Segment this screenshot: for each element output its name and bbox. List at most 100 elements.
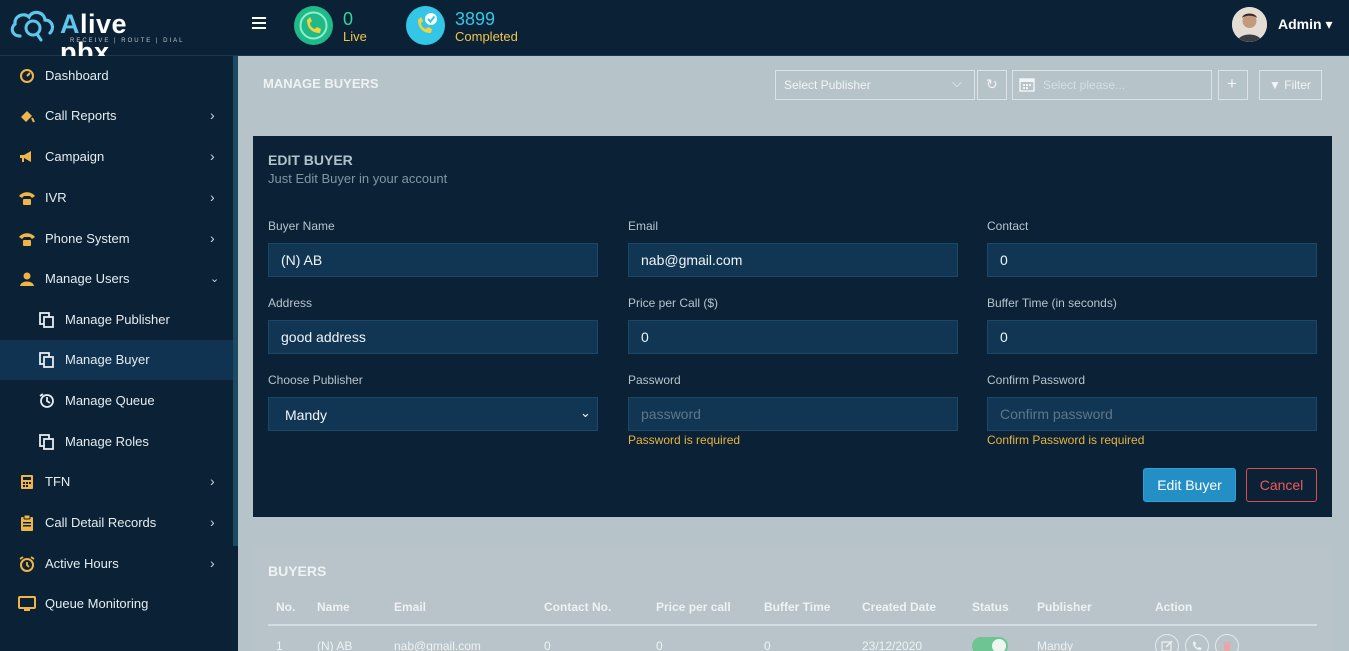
sidebar-item-call-reports[interactable]: Call Reports › bbox=[0, 96, 233, 136]
date-range-input[interactable]: Select please... bbox=[1012, 70, 1212, 100]
chevron-down-icon: ⌵ bbox=[952, 75, 962, 90]
cloud-phone-logo-icon bbox=[10, 10, 55, 42]
menu-toggle-icon[interactable] bbox=[252, 15, 268, 33]
password-error: Password is required bbox=[628, 433, 741, 447]
sidebar-item-dashboard[interactable]: Dashboard bbox=[0, 56, 233, 96]
column-header[interactable]: Contact No. bbox=[544, 600, 611, 614]
sidebar-scrollbar[interactable] bbox=[233, 56, 238, 546]
buyers-title: BUYERS bbox=[268, 563, 327, 579]
price-input[interactable] bbox=[628, 320, 958, 354]
chevron-right-icon: › bbox=[210, 473, 215, 489]
sidebar: Dashboard Call Reports › Campaign › IVR … bbox=[0, 56, 238, 651]
confirm-password-input[interactable] bbox=[987, 397, 1317, 431]
call-reports-icon bbox=[18, 107, 36, 125]
sidebar-item-manage-users[interactable]: Manage Users ⌄ bbox=[0, 259, 233, 299]
confirm-password-error: Confirm Password is required bbox=[987, 433, 1145, 447]
completed-label: Completed bbox=[455, 29, 518, 44]
page-title: MANAGE BUYERS bbox=[263, 76, 379, 91]
monitor-icon bbox=[18, 595, 36, 613]
trash-icon bbox=[1223, 642, 1231, 651]
contact-label: Contact bbox=[987, 219, 1029, 233]
dashboard-icon bbox=[18, 67, 36, 85]
address-input[interactable] bbox=[268, 320, 598, 354]
brand-tagline: RECEIVE | ROUTE | DIAL bbox=[70, 38, 185, 44]
cancel-button[interactable]: Cancel bbox=[1246, 468, 1317, 502]
edit-row-button[interactable] bbox=[1155, 634, 1179, 651]
copy-icon bbox=[38, 351, 56, 369]
copy-icon bbox=[38, 433, 56, 451]
email-label: Email bbox=[628, 219, 659, 233]
row-buffer: 0 bbox=[764, 639, 771, 651]
live-count: 0 bbox=[343, 9, 354, 29]
row-no: 1 bbox=[276, 639, 283, 651]
top-header: Alive pbx RECEIVE | ROUTE | DIAL 0 Live … bbox=[0, 0, 1349, 66]
delete-row-button[interactable] bbox=[1215, 634, 1239, 651]
column-header[interactable]: Created Date bbox=[862, 600, 936, 614]
refresh-button[interactable]: ↻ bbox=[977, 70, 1007, 100]
phone-icon bbox=[18, 230, 36, 248]
publisher-dropdown[interactable]: Mandy ⌄ bbox=[268, 397, 598, 431]
edit-buyer-button[interactable]: Edit Buyer bbox=[1143, 468, 1236, 502]
call-row-button[interactable] bbox=[1185, 634, 1209, 651]
filter-button[interactable]: ▼ Filter bbox=[1259, 70, 1322, 100]
status-toggle[interactable] bbox=[972, 637, 1008, 651]
chevron-right-icon: › bbox=[210, 514, 215, 530]
price-label: Price per Call ($) bbox=[628, 296, 719, 310]
contact-input[interactable] bbox=[987, 243, 1317, 277]
user-icon bbox=[18, 270, 36, 288]
calendar-icon bbox=[1019, 76, 1035, 92]
row-contact: 0 bbox=[544, 639, 551, 651]
buffer-input[interactable] bbox=[987, 320, 1317, 354]
sidebar-item-queue-monitoring[interactable]: Queue Monitoring bbox=[0, 584, 233, 624]
edit-buyer-card: EDIT BUYER Just Edit Buyer in your accou… bbox=[253, 136, 1332, 517]
sidebar-item-manage-buyer[interactable]: Manage Buyer bbox=[0, 340, 233, 380]
column-header[interactable]: Name bbox=[317, 600, 350, 614]
copy-icon bbox=[38, 311, 56, 329]
publisher-select[interactable]: Select Publisher ⌵ bbox=[775, 70, 975, 100]
clock-icon bbox=[18, 555, 36, 573]
megaphone-icon bbox=[18, 148, 36, 166]
confirm-password-label: Confirm Password bbox=[987, 373, 1086, 387]
column-header[interactable]: Buffer Time bbox=[764, 600, 830, 614]
sidebar-item-manage-publisher[interactable]: Manage Publisher bbox=[0, 300, 233, 340]
calculator-icon bbox=[18, 473, 36, 491]
toggle-knob bbox=[992, 639, 1006, 651]
column-header: Action bbox=[1155, 600, 1193, 614]
password-label: Password bbox=[628, 373, 681, 387]
caret-down-icon: ▾ bbox=[1325, 16, 1333, 32]
column-header[interactable]: Status bbox=[972, 600, 1009, 614]
sidebar-item-ivr[interactable]: IVR › bbox=[0, 178, 233, 218]
chevron-right-icon: › bbox=[210, 230, 215, 246]
clipboard-icon bbox=[18, 514, 36, 532]
address-label: Address bbox=[268, 296, 313, 310]
live-phone-icon bbox=[294, 6, 333, 45]
buyer-name-label: Buyer Name bbox=[268, 219, 335, 233]
buyer-name-input[interactable] bbox=[268, 243, 598, 277]
plus-icon: + bbox=[1227, 74, 1237, 93]
sidebar-item-manage-roles[interactable]: Manage Roles bbox=[0, 422, 233, 462]
chevron-down-icon: ⌄ bbox=[210, 273, 220, 285]
refresh-icon: ↻ bbox=[986, 76, 998, 92]
column-header[interactable]: No. bbox=[276, 600, 295, 614]
sidebar-item-call-detail-records[interactable]: Call Detail Records › bbox=[0, 503, 233, 543]
sidebar-item-phone-system[interactable]: Phone System › bbox=[0, 219, 233, 259]
sidebar-item-manage-queue[interactable]: Manage Queue bbox=[0, 381, 233, 421]
column-header[interactable]: Publisher bbox=[1037, 600, 1092, 614]
chevron-right-icon: › bbox=[210, 148, 215, 164]
column-header[interactable]: Price per call bbox=[656, 600, 731, 614]
column-header[interactable]: Email bbox=[394, 600, 426, 614]
sidebar-item-campaign[interactable]: Campaign › bbox=[0, 137, 233, 177]
chevron-right-icon: › bbox=[210, 189, 215, 205]
add-buyer-button[interactable]: + bbox=[1218, 70, 1248, 100]
brand-logo[interactable]: Alive pbx RECEIVE | ROUTE | DIAL bbox=[8, 6, 185, 66]
sidebar-item-tfn[interactable]: TFN › bbox=[0, 462, 233, 502]
funnel-icon: ▼ bbox=[1269, 78, 1281, 92]
chevron-right-icon: › bbox=[210, 555, 215, 571]
user-avatar[interactable] bbox=[1232, 7, 1267, 42]
buffer-label: Buffer Time (in seconds) bbox=[987, 296, 1117, 310]
publisher-label: Choose Publisher bbox=[268, 373, 363, 387]
user-menu[interactable]: Admin ▾ bbox=[1278, 16, 1332, 33]
sidebar-item-active-hours[interactable]: Active Hours › bbox=[0, 544, 233, 584]
email-input[interactable] bbox=[628, 243, 958, 277]
password-input[interactable] bbox=[628, 397, 958, 431]
